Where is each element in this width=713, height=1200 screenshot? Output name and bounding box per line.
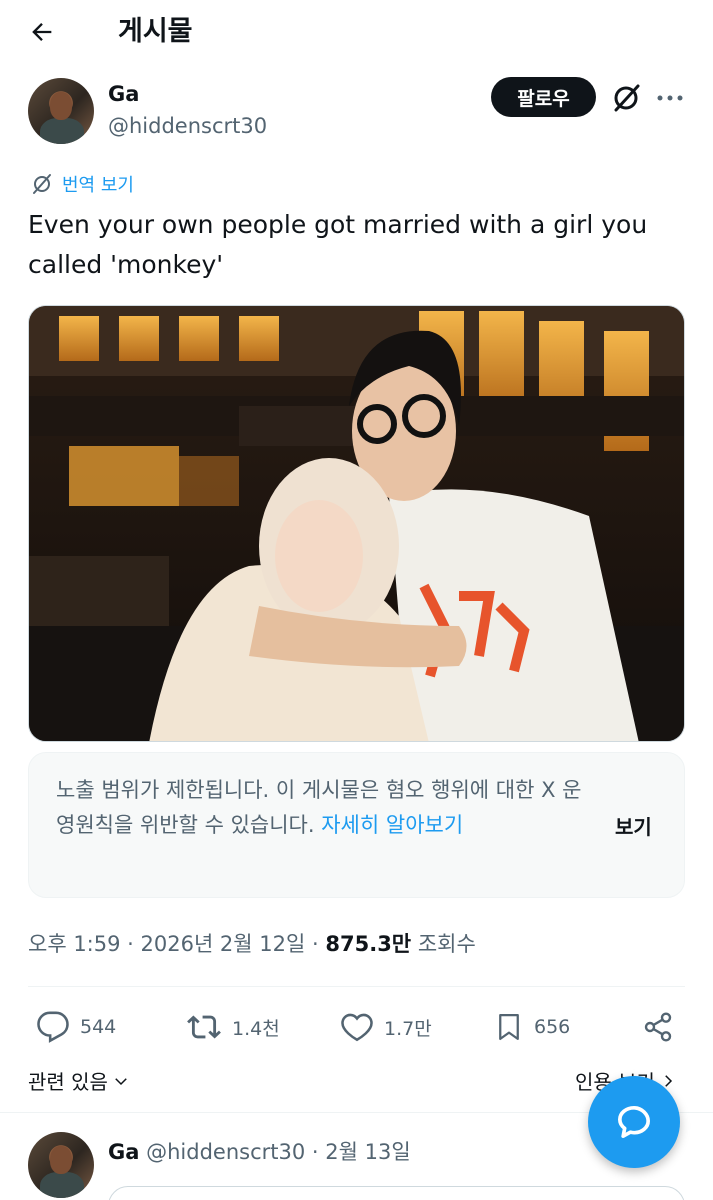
reply-avatar[interactable] (28, 1132, 94, 1198)
action-bar: 544 1.4천 1.7만 656 (28, 1004, 685, 1050)
top-bar: 게시물 (0, 0, 713, 64)
post-meta: 오후 1:59 · 2026년 2월 12일 · 875.3만 조회수 (28, 928, 476, 958)
chevron-down-icon (115, 1077, 127, 1085)
repost-icon (187, 1015, 221, 1039)
grok-chat-button[interactable] (588, 1076, 680, 1168)
share-button[interactable] (642, 1004, 674, 1050)
views-label: 조회수 (417, 932, 476, 956)
post-text: Even your own people got married with a … (28, 210, 648, 279)
repost-count: 1.4천 (232, 1017, 280, 1040)
reply-icon (37, 1011, 69, 1043)
reply-count: 544 (80, 1016, 117, 1038)
reply-date: · 2월 13일 (311, 1140, 411, 1164)
divider (28, 986, 685, 987)
share-icon (644, 1012, 672, 1042)
view-button[interactable]: 보기 (615, 811, 652, 840)
reply-author[interactable]: Ga @hiddenscrt30 · 2월 13일 (108, 1136, 411, 1166)
author-handle[interactable]: @hiddenscrt30 (108, 114, 267, 138)
learn-more-link[interactable]: 자세히 알아보기 (321, 813, 463, 837)
bookmark-count: 656 (534, 1016, 571, 1038)
bookmark-icon (499, 1014, 519, 1040)
avatar[interactable] (28, 78, 94, 144)
follow-button[interactable]: 팔로우 (491, 77, 596, 117)
grok-translate-icon (33, 174, 51, 194)
reply-preview-box[interactable] (108, 1186, 685, 1200)
like-button[interactable]: 1.7만 (340, 1004, 432, 1050)
view-count: 875.3만 (325, 932, 412, 956)
post-image[interactable] (28, 305, 685, 742)
content-warning: 노출 범위가 제한됩니다. 이 게시물은 혐오 행위에 대한 X 운영원칙을 위… (28, 752, 685, 898)
heart-icon (341, 1013, 373, 1042)
reply-author-handle: @hiddenscrt30 (146, 1140, 306, 1164)
reply-button[interactable]: 544 (36, 1004, 116, 1050)
author-name[interactable]: Ga (108, 82, 139, 106)
like-count: 1.7만 (384, 1017, 432, 1040)
photo-illustration (29, 306, 684, 741)
grok-icon[interactable] (608, 80, 644, 116)
back-button[interactable] (24, 14, 60, 50)
repost-button[interactable]: 1.4천 (186, 1004, 280, 1050)
more-icon[interactable] (655, 92, 685, 104)
chat-bubble-icon (618, 1106, 650, 1138)
arrow-left-icon (32, 23, 52, 41)
related-label: 관련 있음 (28, 1070, 108, 1094)
translate-link[interactable]: 번역 보기 (30, 170, 134, 198)
page-title: 게시물 (118, 16, 193, 47)
content-warning-text: 노출 범위가 제한됩니다. 이 게시물은 혐오 행위에 대한 X 운영원칙을 위… (56, 778, 582, 837)
post-timestamp[interactable]: 오후 1:59 · 2026년 2월 12일 · (28, 932, 325, 956)
bookmark-button[interactable]: 656 (494, 1004, 570, 1050)
reply-author-name: Ga (108, 1140, 140, 1164)
translate-label: 번역 보기 (62, 175, 134, 196)
related-dropdown[interactable]: 관련 있음 (28, 1066, 130, 1095)
